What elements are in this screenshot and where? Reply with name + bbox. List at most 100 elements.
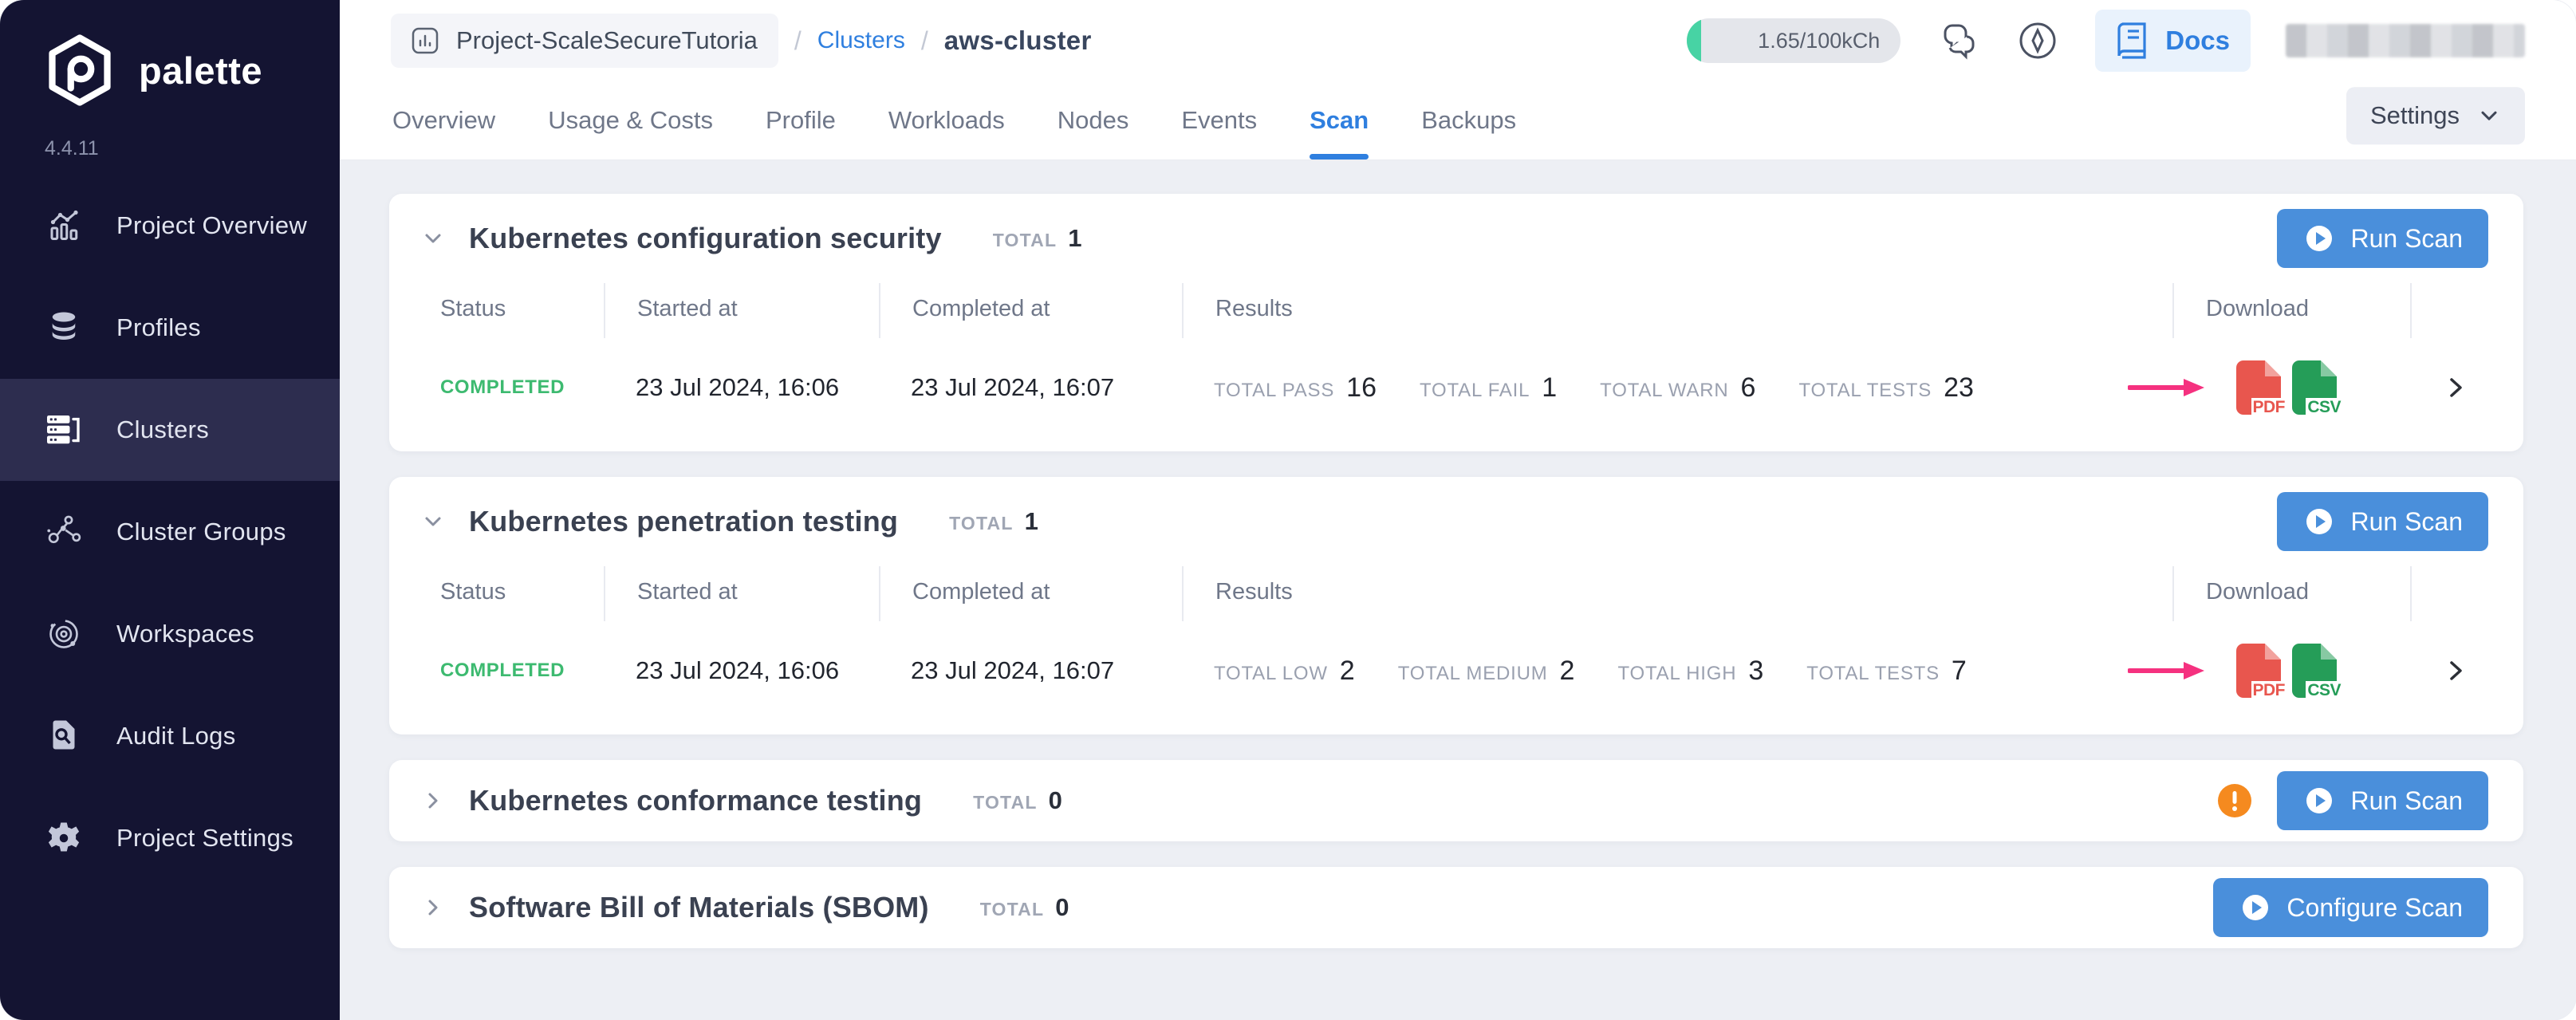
help-compass-button[interactable] bbox=[2015, 18, 2060, 63]
sidebar-item-project-settings[interactable]: Project Settings bbox=[0, 787, 340, 889]
section-title: Kubernetes penetration testing bbox=[469, 505, 898, 538]
col-started: Started at bbox=[604, 283, 879, 338]
started-at: 23 Jul 2024, 16:06 bbox=[604, 629, 879, 712]
section-total: TOTAL 0 bbox=[980, 893, 1069, 922]
chat-icon bbox=[1936, 19, 1979, 62]
col-completed: Completed at bbox=[879, 566, 1182, 621]
chat-button[interactable] bbox=[1936, 18, 1980, 63]
col-completed: Completed at bbox=[879, 283, 1182, 338]
project-selector[interactable]: Project-ScaleSecureTutoria bbox=[391, 14, 778, 68]
usage-meter-value: 1.65/100kCh bbox=[1758, 29, 1880, 53]
settings-label: Settings bbox=[2370, 101, 2460, 130]
section-header: Kubernetes conformance testing TOTAL 0 bbox=[389, 760, 2523, 841]
sidebar-item-profiles[interactable]: Profiles bbox=[0, 277, 340, 379]
sidebar-item-label: Audit Logs bbox=[116, 722, 236, 750]
row-chevron-right-icon[interactable] bbox=[2442, 657, 2469, 684]
section-title: Software Bill of Materials (SBOM) bbox=[469, 891, 929, 924]
run-scan-button[interactable]: Run Scan bbox=[2277, 771, 2488, 830]
download-csv-button[interactable]: CSV bbox=[2292, 644, 2337, 698]
tab-backups[interactable]: Backups bbox=[1421, 81, 1516, 159]
scan-result-row[interactable]: COMPLETED 23 Jul 2024, 16:06 23 Jul 2024… bbox=[440, 346, 2499, 451]
usage-meter[interactable]: 1.65/100kCh bbox=[1687, 18, 1900, 63]
sidebar-item-clusters[interactable]: Clusters bbox=[0, 379, 340, 481]
collapse-chevron-icon[interactable] bbox=[421, 226, 445, 250]
section-title: Kubernetes configuration security bbox=[469, 222, 942, 255]
warning-icon bbox=[2216, 782, 2253, 819]
tab-workloads[interactable]: Workloads bbox=[888, 81, 1005, 159]
row-chevron-right-icon[interactable] bbox=[2442, 374, 2469, 401]
sidebar-item-cluster-groups[interactable]: Cluster Groups bbox=[0, 481, 340, 583]
run-scan-button[interactable]: Run Scan bbox=[2277, 209, 2488, 268]
tab-profile[interactable]: Profile bbox=[766, 81, 836, 159]
main-area: Project-ScaleSecureTutoria / Clusters / … bbox=[340, 0, 2576, 1020]
download-pdf-button[interactable]: PDF bbox=[2236, 644, 2281, 698]
file-fold bbox=[2265, 644, 2281, 660]
play-icon bbox=[2302, 784, 2336, 817]
scan-section-penetration-testing: Kubernetes penetration testing TOTAL 1 R… bbox=[389, 477, 2523, 734]
project-chart-icon bbox=[412, 27, 439, 54]
breadcrumb-separator: / bbox=[921, 26, 928, 56]
tab-overview[interactable]: Overview bbox=[392, 81, 495, 159]
section-header: Kubernetes penetration testing TOTAL 1 R… bbox=[389, 477, 2523, 566]
annotation-arrow bbox=[2128, 375, 2208, 400]
docs-button[interactable]: Docs bbox=[2095, 10, 2251, 72]
sidebar-item-project-overview[interactable]: Project Overview bbox=[0, 175, 340, 277]
play-icon bbox=[2302, 222, 2336, 255]
results-summary: TOTAL LOW2 TOTAL MEDIUM2 TOTAL HIGH3 TOT… bbox=[1182, 629, 2172, 712]
scan-section-sbom: Software Bill of Materials (SBOM) TOTAL … bbox=[389, 867, 2523, 948]
sidebar-item-label: Project Settings bbox=[116, 824, 293, 853]
section-title: Kubernetes conformance testing bbox=[469, 784, 922, 817]
collapse-chevron-icon[interactable] bbox=[421, 510, 445, 534]
chart-icon bbox=[45, 207, 83, 245]
results-summary: TOTAL PASS16 TOTAL FAIL1 TOTAL WARN6 TOT… bbox=[1182, 346, 2172, 429]
scan-table-header: Status Started at Completed at Results D… bbox=[440, 566, 2499, 621]
sidebar: palette 4.4.11 Project Overview bbox=[0, 0, 340, 1020]
completed-at: 23 Jul 2024, 16:07 bbox=[879, 346, 1182, 429]
tab-nodes[interactable]: Nodes bbox=[1058, 81, 1129, 159]
scan-section-configuration-security: Kubernetes configuration security TOTAL … bbox=[389, 194, 2523, 451]
play-icon bbox=[2302, 505, 2336, 538]
chevron-down-icon bbox=[2477, 104, 2501, 128]
network-icon bbox=[45, 513, 83, 551]
sidebar-item-workspaces[interactable]: Workspaces bbox=[0, 583, 340, 685]
status-badge: COMPLETED bbox=[440, 376, 565, 399]
usage-meter-fill bbox=[1687, 18, 1701, 63]
section-header: Software Bill of Materials (SBOM) TOTAL … bbox=[389, 867, 2523, 948]
sidebar-item-label: Profiles bbox=[116, 313, 201, 342]
expand-chevron-icon[interactable] bbox=[421, 789, 445, 813]
settings-button[interactable]: Settings bbox=[2346, 87, 2525, 144]
breadcrumb-row: Project-ScaleSecureTutoria / Clusters / … bbox=[340, 0, 2576, 81]
breadcrumb-separator: / bbox=[794, 26, 802, 56]
col-started: Started at bbox=[604, 566, 879, 621]
brand: palette bbox=[0, 0, 340, 108]
col-results: Results bbox=[1182, 283, 2172, 338]
sidebar-item-label: Workspaces bbox=[116, 620, 254, 648]
file-fold bbox=[2321, 644, 2337, 660]
app-name: palette bbox=[139, 49, 262, 93]
topbar: Project-ScaleSecureTutoria / Clusters / … bbox=[340, 0, 2576, 160]
breadcrumb-clusters-link[interactable]: Clusters bbox=[817, 27, 905, 54]
run-scan-button[interactable]: Run Scan bbox=[2277, 492, 2488, 551]
tab-scan[interactable]: Scan bbox=[1310, 81, 1369, 159]
sidebar-item-audit-logs[interactable]: Audit Logs bbox=[0, 685, 340, 787]
download-csv-button[interactable]: CSV bbox=[2292, 360, 2337, 415]
scan-page: Kubernetes configuration security TOTAL … bbox=[340, 160, 2576, 1020]
scan-result-row[interactable]: COMPLETED 23 Jul 2024, 16:06 23 Jul 2024… bbox=[440, 629, 2499, 734]
user-account-redacted[interactable] bbox=[2286, 24, 2525, 57]
annotation-arrow bbox=[2128, 658, 2208, 683]
started-at: 23 Jul 2024, 16:06 bbox=[604, 346, 879, 429]
tab-events[interactable]: Events bbox=[1181, 81, 1257, 159]
play-icon bbox=[2239, 891, 2272, 924]
status-badge: COMPLETED bbox=[440, 660, 565, 682]
expand-chevron-icon[interactable] bbox=[421, 896, 445, 920]
download-pdf-button[interactable]: PDF bbox=[2236, 360, 2281, 415]
topbar-actions: 1.65/100kCh bbox=[1687, 10, 2525, 72]
layers-icon bbox=[45, 309, 83, 347]
col-download: Download bbox=[2172, 566, 2412, 621]
configure-scan-button[interactable]: Configure Scan bbox=[2213, 878, 2488, 937]
col-results: Results bbox=[1182, 566, 2172, 621]
server-icon bbox=[45, 411, 83, 449]
col-status: Status bbox=[440, 566, 604, 621]
tab-usage-costs[interactable]: Usage & Costs bbox=[548, 81, 713, 159]
download-cell: PDF CSV bbox=[2172, 346, 2412, 429]
